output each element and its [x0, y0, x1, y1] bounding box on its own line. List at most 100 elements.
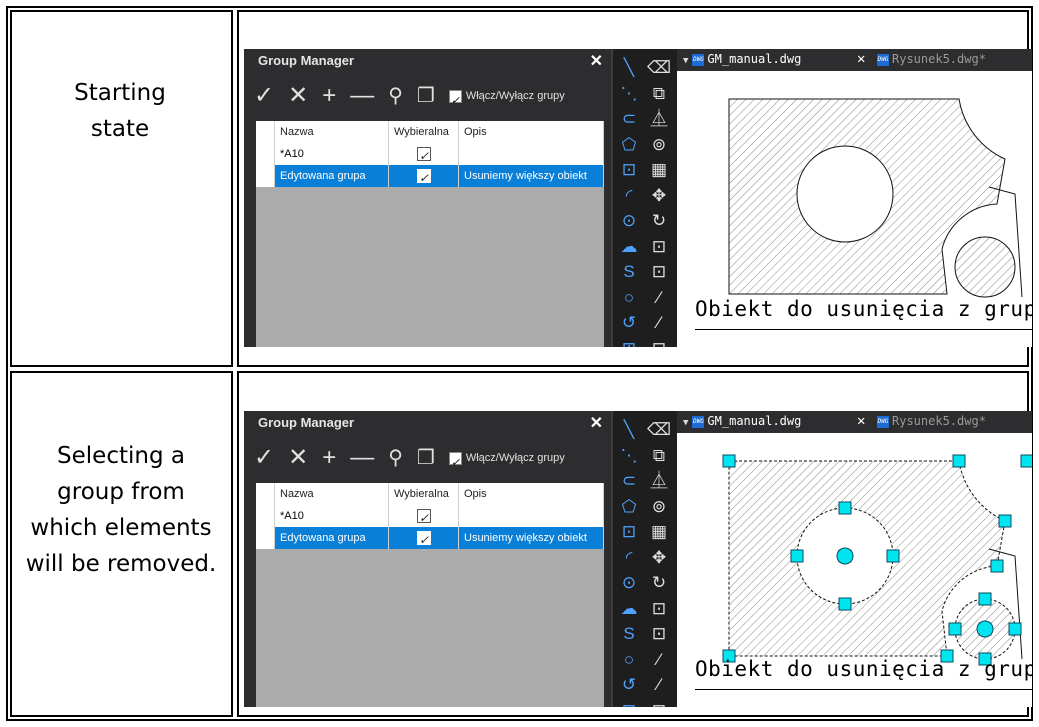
- selectable-checkbox-icon[interactable]: [417, 507, 431, 527]
- apply-icon[interactable]: ✓: [254, 83, 274, 109]
- modify-tool-icon[interactable]: ⊡: [645, 596, 673, 622]
- cancel-icon[interactable]: ✕: [288, 83, 308, 109]
- modify-tool-icon[interactable]: ✥: [645, 183, 673, 209]
- grip-handle[interactable]: [1008, 622, 1022, 636]
- apply-icon[interactable]: ✓: [254, 445, 274, 471]
- draw-tool-icon[interactable]: ╲: [615, 55, 643, 81]
- modify-tool-icon[interactable]: ⌫: [645, 417, 673, 443]
- draw-tool-icon[interactable]: ↺: [615, 672, 643, 698]
- table-row[interactable]: Edytowana grupa Usuniemy większy obiekt: [256, 165, 604, 187]
- small-circle[interactable]: [954, 236, 1016, 298]
- center-grip[interactable]: [836, 547, 854, 565]
- modify-tool-icon[interactable]: ⊡: [645, 259, 673, 285]
- modify-tool-icon[interactable]: ⏅: [645, 468, 673, 494]
- add-group-icon[interactable]: +: [322, 445, 336, 471]
- draw-tool-icon[interactable]: ⊙: [615, 208, 643, 234]
- column-header-selectable[interactable]: Wybieralna: [389, 483, 459, 505]
- grip-handle[interactable]: [952, 454, 966, 468]
- draw-tool-icon[interactable]: S: [615, 621, 643, 647]
- drawing-area[interactable]: ▼ DWG GM_manual.dwg ✕ DWG Rysunek5.dwg* Obi…: [677, 411, 1032, 707]
- draw-tool-icon[interactable]: ⬠: [615, 132, 643, 158]
- table-row[interactable]: *A10: [256, 505, 604, 527]
- modify-tool-icon[interactable]: ▦: [645, 157, 673, 183]
- draw-tool-icon[interactable]: ↺: [615, 310, 643, 336]
- group-description[interactable]: [459, 143, 604, 165]
- modify-tool-icon[interactable]: ↻: [645, 208, 673, 234]
- draw-tool-icon[interactable]: ☁: [615, 234, 643, 260]
- column-header-name[interactable]: Nazwa: [275, 121, 389, 143]
- modify-tool-icon[interactable]: ⁄: [645, 310, 673, 336]
- modify-tool-icon[interactable]: ⊚: [645, 132, 673, 158]
- checkbox-checked-icon[interactable]: [448, 450, 462, 476]
- column-header-description[interactable]: Opis: [459, 121, 604, 143]
- grip-handle[interactable]: [838, 597, 852, 611]
- copy-icon[interactable]: ❐: [417, 445, 435, 471]
- group-name[interactable]: *A10: [275, 143, 389, 165]
- table-row[interactable]: *A10: [256, 143, 604, 165]
- selectable-checkbox-icon[interactable]: [417, 167, 431, 187]
- draw-tool-icon[interactable]: ◜: [615, 183, 643, 209]
- group-description[interactable]: Usuniemy większy obiekt: [459, 527, 604, 549]
- grip-handle[interactable]: [1020, 454, 1032, 468]
- modify-tool-icon[interactable]: ⏅: [645, 106, 673, 132]
- draw-tool-icon[interactable]: ⊡: [615, 157, 643, 183]
- group-description[interactable]: [459, 505, 604, 527]
- close-icon[interactable]: ✕: [590, 51, 603, 71]
- row-selector[interactable]: [256, 165, 275, 187]
- row-selector[interactable]: [256, 505, 275, 527]
- modify-tool-icon[interactable]: ⊚: [645, 494, 673, 520]
- selectable-cell[interactable]: [389, 165, 459, 187]
- draw-tool-icon[interactable]: S: [615, 259, 643, 285]
- modify-tool-icon[interactable]: ⧉: [645, 443, 673, 469]
- draw-tool-icon[interactable]: ⬠: [615, 494, 643, 520]
- draw-tool-icon[interactable]: ⊞: [615, 336, 643, 348]
- selectable-checkbox-icon[interactable]: [417, 145, 431, 165]
- selectable-cell[interactable]: [389, 527, 459, 549]
- modify-tool-icon[interactable]: ⧉: [645, 81, 673, 107]
- modify-tool-icon[interactable]: ⁄: [645, 672, 673, 698]
- column-header-description[interactable]: Opis: [459, 483, 604, 505]
- search-icon[interactable]: ⚲: [388, 83, 403, 109]
- modify-tool-icon[interactable]: ⊡: [645, 621, 673, 647]
- draw-tool-icon[interactable]: ⊂: [615, 106, 643, 132]
- draw-tool-icon[interactable]: ⊂: [615, 468, 643, 494]
- group-name[interactable]: Edytowana grupa: [275, 165, 389, 187]
- column-header-name[interactable]: Nazwa: [275, 483, 389, 505]
- draw-tool-icon[interactable]: ⊞: [615, 698, 643, 708]
- grip-handle[interactable]: [886, 549, 900, 563]
- group-description[interactable]: Usuniemy większy obiekt: [459, 165, 604, 187]
- draw-tool-icon[interactable]: ⋱: [615, 81, 643, 107]
- selectable-checkbox-icon[interactable]: [417, 529, 431, 549]
- cancel-icon[interactable]: ✕: [288, 445, 308, 471]
- modify-tool-icon[interactable]: ⊟: [645, 336, 673, 348]
- table-row[interactable]: Edytowana grupa Usuniemy większy obiekt: [256, 527, 604, 549]
- modify-tool-icon[interactable]: ✥: [645, 545, 673, 571]
- selectable-cell[interactable]: [389, 505, 459, 527]
- center-hole[interactable]: [796, 145, 894, 243]
- remove-group-icon[interactable]: —: [350, 83, 374, 109]
- grip-handle[interactable]: [838, 501, 852, 515]
- toggle-groups-checkbox[interactable]: Włącz/Wyłącz grupy: [448, 83, 565, 114]
- modify-tool-icon[interactable]: ⁄: [645, 647, 673, 673]
- center-grip[interactable]: [976, 620, 994, 638]
- draw-tool-icon[interactable]: ☁: [615, 596, 643, 622]
- modify-tool-icon[interactable]: ⊟: [645, 698, 673, 708]
- drawing-area[interactable]: ▼ DWG GM_manual.dwg ✕ DWG Rysunek5.dwg* Obi…: [677, 49, 1032, 347]
- draw-tool-icon[interactable]: ╲: [615, 417, 643, 443]
- grip-handle[interactable]: [978, 592, 992, 606]
- checkbox-checked-icon[interactable]: [448, 88, 462, 114]
- group-name[interactable]: *A10: [275, 505, 389, 527]
- modify-tool-icon[interactable]: ▦: [645, 519, 673, 545]
- modify-tool-icon[interactable]: ⌫: [645, 55, 673, 81]
- remove-group-icon[interactable]: —: [350, 445, 374, 471]
- modify-tool-icon[interactable]: ⁄: [645, 285, 673, 311]
- column-header-selectable[interactable]: Wybieralna: [389, 121, 459, 143]
- draw-tool-icon[interactable]: ⊡: [615, 519, 643, 545]
- selectable-cell[interactable]: [389, 143, 459, 165]
- toggle-groups-checkbox[interactable]: Włącz/Wyłącz grupy: [448, 445, 565, 476]
- add-group-icon[interactable]: +: [322, 83, 336, 109]
- draw-tool-icon[interactable]: ⋱: [615, 443, 643, 469]
- modify-tool-icon[interactable]: ↻: [645, 570, 673, 596]
- draw-tool-icon[interactable]: ○: [615, 647, 643, 673]
- grip-handle[interactable]: [790, 549, 804, 563]
